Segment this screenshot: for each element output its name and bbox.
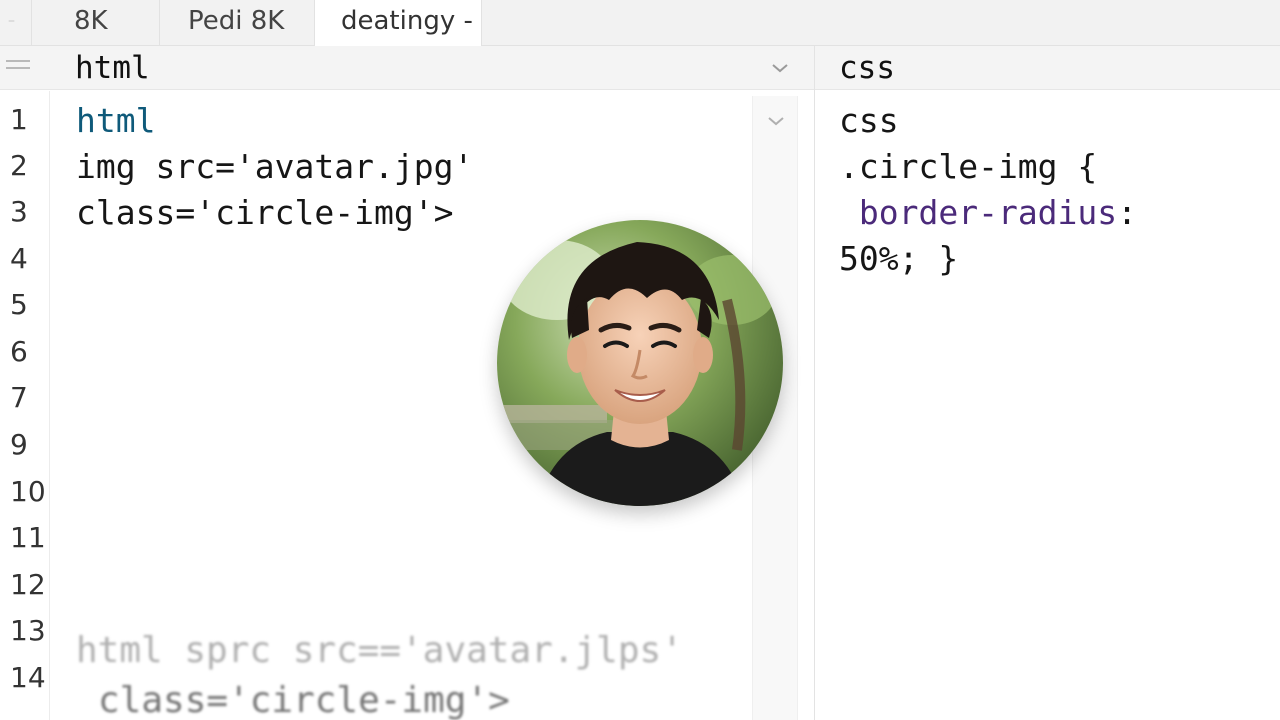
line-number: 6 [10,335,28,368]
code-line: .circle-img { [839,147,1098,186]
line-number: 9 [10,428,28,461]
line-number: 2 [10,149,28,182]
avatar [497,220,783,506]
code-line: css [839,101,899,140]
line-number-gutter: 1 2 3 4 5 6 7 9 10 11 12 13 14 [0,91,50,720]
html-pane-title: html [75,50,150,86]
tab-8k[interactable]: 8K [32,0,160,46]
ghost-code-line: html sprc src=='avatar.jlps' [76,630,683,671]
html-pane-header: html [0,46,814,90]
code-keyword: html [76,101,156,140]
chevron-down-icon[interactable] [766,114,786,128]
css-pane-title: css [839,50,895,86]
line-number: 4 [10,242,28,275]
line-number: 5 [10,288,28,321]
line-number: 3 [10,195,28,228]
css-pane-header: css [815,46,1280,90]
line-number: 12 [10,568,46,601]
line-number: 11 [10,521,46,554]
line-number: 13 [10,614,46,647]
css-code-editor[interactable]: css .circle-img { border-radius: 50%; } [839,98,1137,282]
hamburger-icon[interactable] [6,60,30,74]
code-line: img src='avatar.jpg' [76,147,474,186]
tab-pedi-8k[interactable]: Pedi 8K [160,0,315,46]
css-colon: : [1117,193,1138,232]
ghost-code-line: class='circle-img'> [98,680,510,720]
code-line: 50%; } [839,239,959,278]
code-line: class='circle-img'> [76,193,454,232]
pane-divider[interactable] [814,46,815,720]
chevron-down-icon[interactable] [770,61,790,75]
css-property: border-radius [858,193,1118,232]
code-line: html [76,98,473,144]
line-number: 7 [10,381,28,414]
line-number: 14 [10,661,46,694]
code-line: border-radius: [839,190,1137,236]
tab-deatingy[interactable]: deatingy - [315,0,482,46]
tab-overflow-stub[interactable]: – [0,0,32,46]
line-number: 1 [10,103,28,136]
html-code-editor[interactable]: html img src='avatar.jpg' class='circle-im… [76,98,473,236]
line-number: 10 [10,475,46,508]
tab-bar: – 8K Pedi 8K deatingy - [0,0,1280,46]
